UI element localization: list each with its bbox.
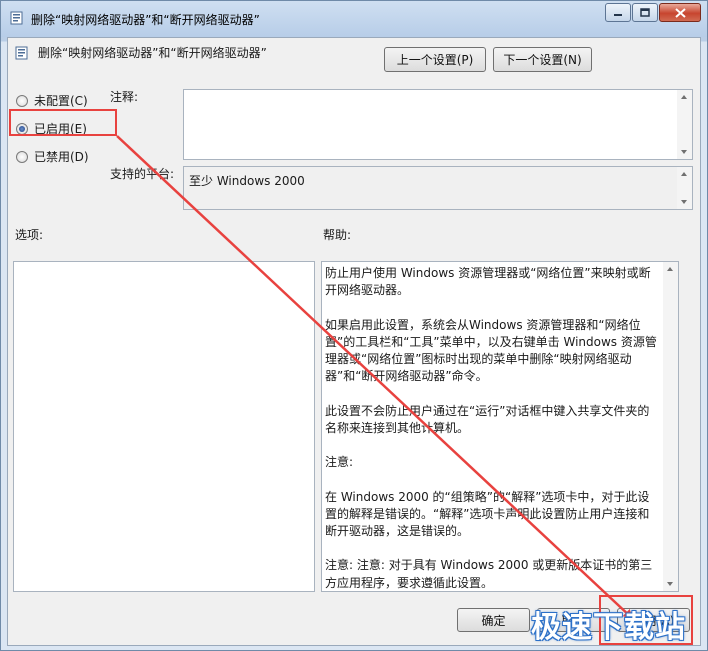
close-button[interactable] (659, 3, 701, 22)
comment-scrollbar[interactable] (677, 90, 692, 159)
platform-field: 至少 Windows 2000 (183, 166, 693, 210)
help-paragraph: 注意: (325, 455, 354, 470)
close-icon (674, 7, 686, 18)
watermark-logo: 极速下载站 (531, 610, 686, 645)
help-paragraph: 此设置不会防止用户通过在“运行”对话框中键入共享文件夹的名称来连接到其他计算机。 (325, 403, 650, 435)
radio-not-configured-label: 未配置(C) (34, 94, 88, 108)
platform-label: 支持的平台: (110, 167, 175, 181)
scroll-up-arrow-icon[interactable] (681, 95, 687, 99)
help-scroll-down-icon[interactable] (667, 582, 673, 586)
policy-dialog-window: 删除“映射网络驱动器”和“断开网络驱动器” 删除“映射网络驱动器”和“断开网络驱… (0, 0, 708, 651)
help-paragraph: 防止用户使用 Windows 资源管理器或“网络位置”来映射或断开网络驱动器。 (325, 266, 651, 298)
radio-disabled-label: 已禁用(D) (34, 150, 89, 164)
minimize-icon (614, 13, 622, 16)
radio-not-configured-circle[interactable] (16, 94, 28, 107)
window-controls (604, 3, 701, 22)
window-title: 删除“映射网络驱动器”和“断开网络驱动器” (31, 13, 260, 27)
minimize-button[interactable] (605, 3, 631, 22)
policy-window-icon (10, 11, 23, 25)
policy-title: 删除“映射网络驱动器”和“断开网络驱动器” (38, 46, 267, 60)
title-bar[interactable]: 删除“映射网络驱动器”和“断开网络驱动器” (1, 1, 707, 37)
radio-disabled[interactable]: 已禁用(D) (16, 148, 89, 165)
help-paragraph: 在 Windows 2000 的“组策略”的“解释”选项卡中，对于此设置的解释是… (325, 489, 650, 538)
platform-scroll-up-icon[interactable] (681, 172, 687, 176)
policy-setting-icon (15, 46, 28, 60)
maximize-button[interactable] (632, 3, 658, 22)
help-panel: 防止用户使用 Windows 资源管理器或“网络位置”来映射或断开网络驱动器。 … (321, 261, 679, 592)
help-paragraph: 注意: 注意: 对于具有 Windows 2000 或更新版本证书的第三方应用程… (325, 558, 653, 590)
ok-button[interactable]: 确定 (457, 608, 530, 632)
platform-scroll-down-icon[interactable] (681, 200, 687, 204)
help-label: 帮助: (323, 228, 352, 242)
comment-textarea[interactable] (183, 89, 693, 160)
help-scroll-up-icon[interactable] (667, 267, 673, 271)
next-setting-button[interactable]: 下一个设置(N) (493, 47, 592, 72)
enabled-highlight-box (9, 109, 117, 136)
comment-label: 注释: (110, 90, 139, 104)
maximize-icon (640, 8, 650, 17)
help-text: 防止用户使用 Windows 资源管理器或“网络位置”来映射或断开网络驱动器。 … (325, 265, 660, 609)
options-panel (13, 261, 315, 592)
scroll-down-arrow-icon[interactable] (681, 150, 687, 154)
options-label: 选项: (15, 228, 44, 242)
radio-not-configured[interactable]: 未配置(C) (16, 92, 88, 109)
previous-setting-button[interactable]: 上一个设置(P) (384, 47, 486, 72)
help-scrollbar[interactable] (663, 262, 678, 591)
help-paragraph: 如果启用此设置，系统会从Windows 资源管理器和“网络位置”的工具栏和“工具… (325, 317, 657, 384)
platform-value: 至少 Windows 2000 (189, 174, 305, 188)
radio-disabled-circle[interactable] (16, 150, 28, 163)
platform-scrollbar[interactable] (677, 167, 692, 209)
